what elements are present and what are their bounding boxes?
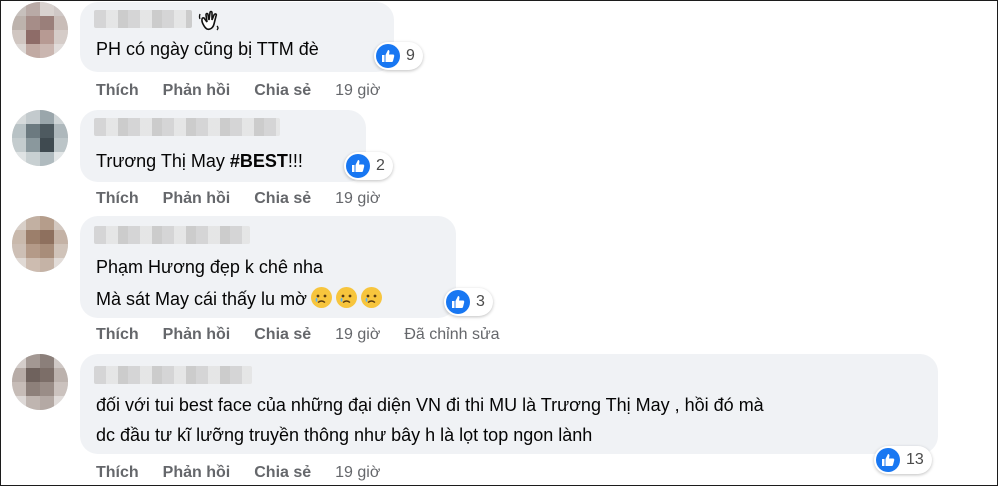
comment-text-line-2: Mà sát May cái thấy lu mờ bbox=[96, 286, 382, 312]
crying-face-emoji-icon bbox=[310, 287, 332, 308]
comment-bubble: Trương Thị May #BEST!!! bbox=[80, 110, 366, 182]
like-button[interactable]: Thích bbox=[96, 82, 139, 100]
comment-actions: Thích Phản hồi Chia sẻ 19 giờ bbox=[96, 464, 404, 482]
like-button[interactable]: Thích bbox=[96, 326, 139, 344]
reaction-number: 13 bbox=[906, 451, 924, 468]
share-button[interactable]: Chia sẻ bbox=[254, 190, 311, 208]
crying-face-emoji-icon bbox=[335, 287, 357, 308]
comment-timestamp[interactable]: 19 giờ bbox=[335, 464, 380, 482]
like-button[interactable]: Thích bbox=[96, 190, 139, 208]
reply-button[interactable]: Phản hồi bbox=[163, 464, 231, 482]
like-icon bbox=[446, 290, 470, 314]
reaction-count[interactable]: 2 bbox=[344, 152, 393, 180]
waving-hand-icon bbox=[198, 10, 219, 31]
like-icon bbox=[876, 448, 900, 472]
author-name-blurred[interactable] bbox=[94, 10, 192, 28]
comment-bubble: Phạm Hương đẹp k chê nha Mà sát May cái … bbox=[80, 216, 456, 318]
reply-button[interactable]: Phản hồi bbox=[163, 190, 231, 208]
avatar[interactable] bbox=[12, 216, 68, 272]
comment-text: Trương Thị May #BEST!!! bbox=[96, 151, 303, 171]
reaction-count[interactable]: 9 bbox=[374, 42, 423, 70]
reaction-count[interactable]: 13 bbox=[874, 446, 932, 474]
comment-actions: Thích Phản hồi Chia sẻ 19 giờ bbox=[96, 82, 404, 100]
share-button[interactable]: Chia sẻ bbox=[254, 464, 311, 482]
comment-timestamp[interactable]: 19 giờ bbox=[335, 82, 380, 100]
share-button[interactable]: Chia sẻ bbox=[254, 326, 311, 344]
avatar[interactable] bbox=[12, 354, 68, 410]
like-icon bbox=[376, 44, 400, 68]
reaction-number: 2 bbox=[376, 157, 385, 174]
avatar[interactable] bbox=[12, 110, 68, 166]
comment-text-line-1: Phạm Hương đẹp k chê nha bbox=[96, 257, 323, 277]
comment-text: PH có ngày cũng bị TTM đè bbox=[96, 39, 319, 59]
author-name-blurred[interactable] bbox=[94, 118, 280, 136]
share-button[interactable]: Chia sẻ bbox=[254, 82, 311, 100]
comment-timestamp[interactable]: 19 giờ bbox=[335, 326, 380, 344]
author-name-blurred[interactable] bbox=[94, 366, 252, 384]
crying-face-emoji-icon bbox=[360, 287, 382, 308]
comment-timestamp[interactable]: 19 giờ bbox=[335, 190, 380, 208]
reply-button[interactable]: Phản hồi bbox=[163, 326, 231, 344]
reaction-number: 3 bbox=[476, 293, 485, 310]
comment-bubble: đối với tui best face của những đại diện… bbox=[80, 354, 938, 454]
comment-actions: Thích Phản hồi Chia sẻ 19 giờ bbox=[96, 190, 404, 208]
reply-button[interactable]: Phản hồi bbox=[163, 82, 231, 100]
reaction-count[interactable]: 3 bbox=[444, 288, 493, 316]
edited-label: Đã chỉnh sửa bbox=[404, 326, 500, 343]
comment-text-line-2: dc đầu tư kĩ lưỡng truyền thông như bây … bbox=[96, 425, 593, 445]
author-name-blurred[interactable] bbox=[94, 226, 250, 244]
comment-actions: Thích Phản hồi Chia sẻ 19 giờ Đã chỉnh s… bbox=[96, 326, 500, 344]
avatar[interactable] bbox=[12, 2, 68, 58]
comment-text-line-1: đối với tui best face của những đại diện… bbox=[96, 395, 764, 415]
comment-bubble: PH có ngày cũng bị TTM đè bbox=[80, 2, 394, 72]
like-button[interactable]: Thích bbox=[96, 464, 139, 482]
hashtag[interactable]: #BEST bbox=[230, 151, 288, 171]
like-icon bbox=[346, 154, 370, 178]
reaction-number: 9 bbox=[406, 47, 415, 64]
